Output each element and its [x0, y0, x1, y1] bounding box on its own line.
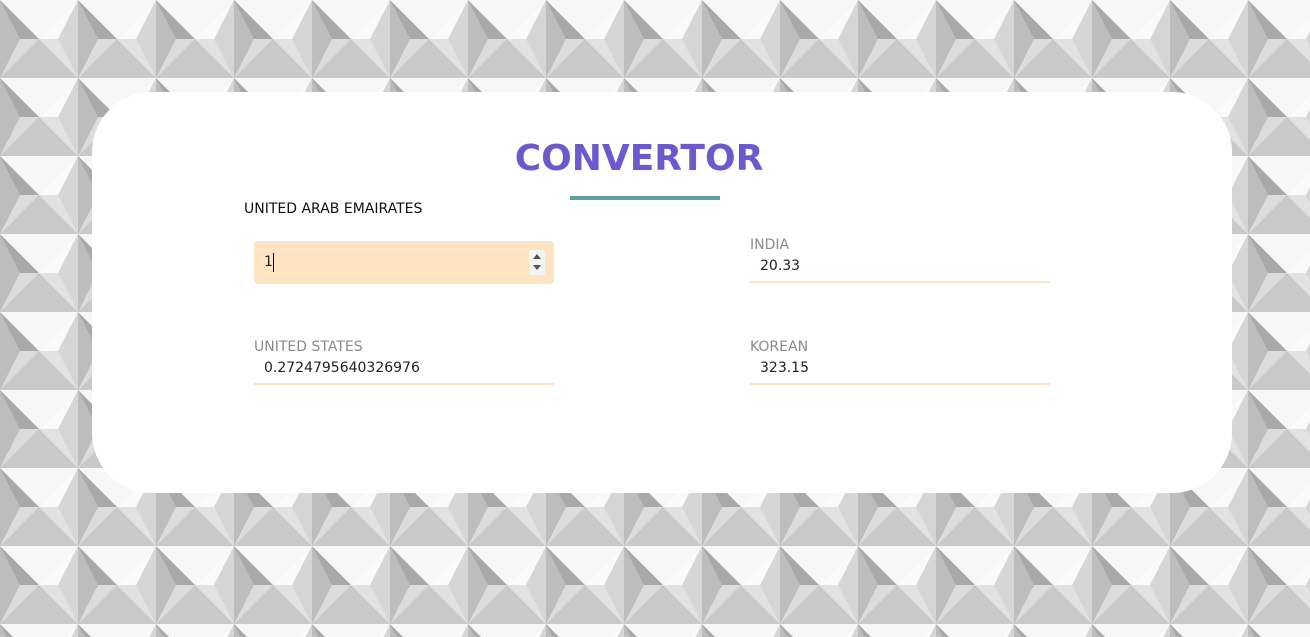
united-states-label: UNITED STATES [254, 339, 363, 355]
korean-label: KOREAN [750, 339, 809, 355]
india-label: INDIA [750, 237, 790, 253]
india-value: 20.33 [760, 258, 801, 274]
source-amount-field [254, 241, 554, 284]
text-caret [273, 253, 274, 272]
korean-value: 323.15 [760, 360, 809, 376]
united-states-output-field: UNITED STATES 0.2724795640326976 [254, 339, 554, 385]
page-title: CONVERTOR [514, 138, 764, 179]
converter-card: CONVERTOR UNITED ARAB EMAIRATES INDIA 20… [92, 92, 1232, 493]
united-states-value: 0.2724795640326976 [264, 360, 420, 376]
source-amount-input[interactable] [264, 252, 514, 272]
title-underline [570, 196, 720, 200]
spinner-up-icon[interactable] [533, 254, 541, 259]
source-currency-label: UNITED ARAB EMAIRATES [244, 201, 423, 217]
number-spinner-icon[interactable] [529, 250, 545, 275]
india-output-field: INDIA 20.33 [750, 237, 1050, 283]
spinner-down-icon[interactable] [533, 265, 541, 270]
korean-output-field: KOREAN 323.15 [750, 339, 1050, 385]
